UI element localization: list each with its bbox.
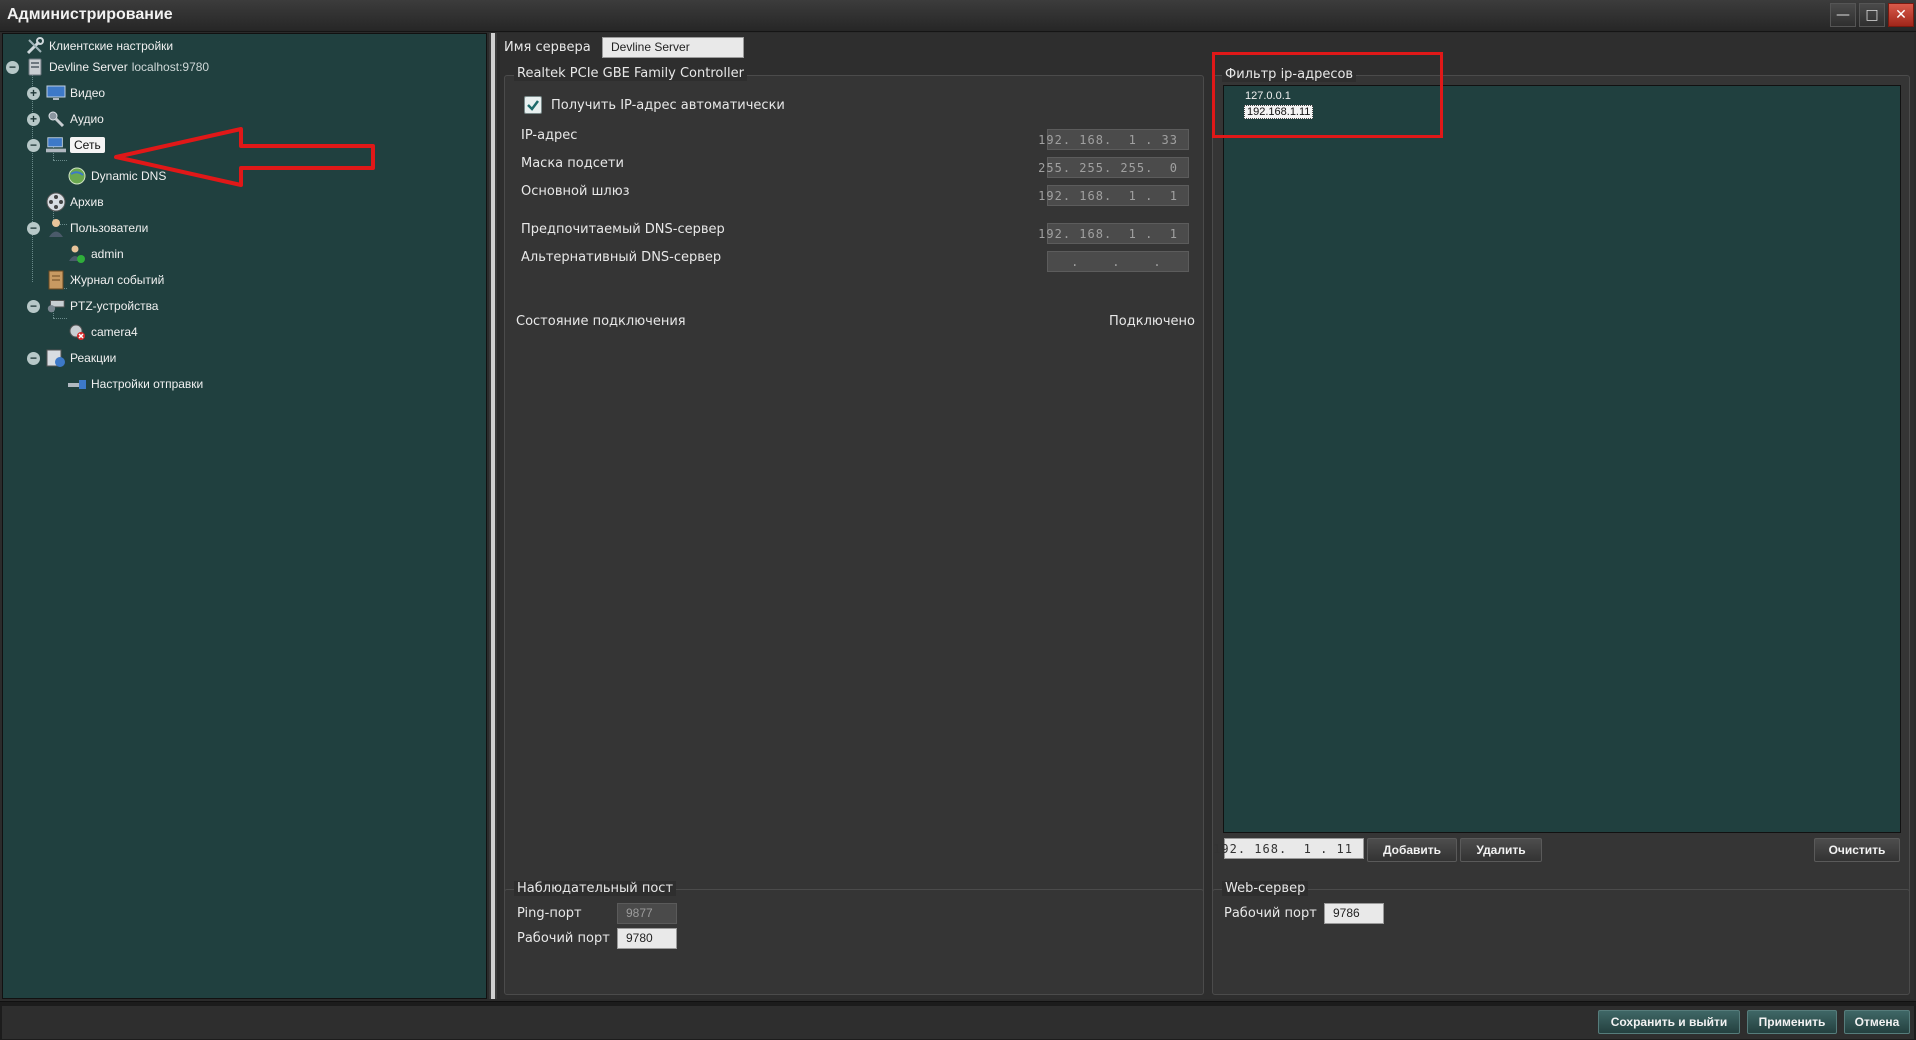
tree-item-users[interactable]: − Пользователи [27, 217, 148, 239]
tree-item-event-log[interactable]: Журнал событий [46, 269, 164, 291]
tree-item-label: Клиентские настройки [49, 39, 174, 53]
web-work-port-label: Рабочий порт [1224, 906, 1317, 921]
collapse-icon[interactable]: − [6, 60, 19, 74]
ip-address-label: IP-адрес [521, 128, 578, 143]
ptz-camera-icon [46, 296, 66, 316]
tree-item-label: Видео [70, 86, 106, 100]
tree-item-label: Архив [70, 195, 104, 209]
subnet-mask-field[interactable]: 255. 255. 255. 0 [1038, 157, 1189, 178]
reactions-icon [46, 348, 66, 368]
save-and-exit-button[interactable]: Сохранить и выйти [1598, 1010, 1740, 1034]
annotation-arrow [114, 127, 375, 187]
collapse-icon[interactable]: − [27, 138, 40, 152]
expand-icon[interactable]: + [27, 86, 40, 100]
tree-item-label: admin [91, 247, 124, 261]
tree-item-video[interactable]: + Видео [27, 82, 105, 104]
footer-bar: Сохранить и выйти Применить Отмена [0, 1001, 1916, 1040]
ping-port-input[interactable]: 9877 [617, 903, 677, 924]
tree-item-label: Настройки отправки [91, 377, 204, 391]
observation-post-title: Наблюдательный пост [514, 881, 677, 896]
tree-item-label: Пользователи [70, 221, 149, 235]
tree-item-label: Журнал событий [70, 273, 165, 287]
server-icon [25, 57, 45, 77]
tree-item-send-settings[interactable]: Настройки отправки [67, 373, 203, 395]
tree-item-label: Сеть [70, 137, 105, 153]
connection-status-value: Подключено [1109, 314, 1195, 329]
apply-button[interactable]: Применить [1747, 1010, 1837, 1034]
expand-icon[interactable]: + [27, 112, 40, 126]
tree-item-audio[interactable]: + Аудио [27, 108, 104, 130]
title-bar: Администрирование — □ ✕ [0, 0, 1916, 32]
work-port-input[interactable]: 9780 [617, 928, 677, 949]
server-name-label: Имя сервера [504, 40, 591, 55]
maximize-button[interactable]: □ [1859, 3, 1885, 27]
add-ip-button[interactable]: Добавить [1367, 838, 1457, 862]
tools-icon [25, 36, 45, 56]
tree-item-reactions[interactable]: − Реакции [27, 347, 116, 369]
settings-tree: Клиентские настройки − Devline Server lo… [2, 33, 487, 999]
tree-item-label: camera4 [91, 325, 138, 339]
auto-ip-checkbox[interactable] [524, 96, 542, 114]
delete-ip-button[interactable]: Удалить [1460, 838, 1542, 862]
collapse-icon[interactable]: − [27, 299, 40, 313]
alternate-dns-field[interactable]: . . . [1047, 251, 1189, 272]
network-icon [46, 135, 66, 155]
ip-filter-list[interactable]: 127.0.0.1 192.168.1.11 [1223, 85, 1901, 833]
minimize-button[interactable]: — [1830, 3, 1856, 27]
window-title: Администрирование [7, 6, 173, 23]
footer-inner: Сохранить и выйти Применить Отмена [2, 1006, 1914, 1039]
collapse-icon[interactable]: − [27, 351, 40, 365]
annotation-highlight-box [1212, 52, 1443, 138]
preferred-dns-label: Предпочитаемый DNS-сервер [521, 222, 725, 237]
window-controls: — □ ✕ [1830, 3, 1914, 27]
network-settings-panel: Имя сервера Devline Server Realtek PCIe … [500, 33, 1914, 999]
tree-item-archive[interactable]: Архив [46, 191, 104, 213]
ping-port-label: Ping-порт [517, 906, 582, 921]
camera-error-icon [67, 322, 87, 342]
web-server-title: Web-сервер [1222, 881, 1309, 896]
clear-ip-button[interactable]: Очистить [1814, 838, 1900, 862]
tree-item-label: Реакции [70, 351, 117, 365]
tree-item-admin[interactable]: admin [67, 243, 124, 265]
tree-item-network[interactable]: − Сеть [27, 134, 105, 156]
microphone-icon [46, 109, 66, 129]
ip-filter-input[interactable]: 192. 168. 1 . 11 [1213, 838, 1364, 859]
server-address: localhost:9780 [131, 60, 210, 74]
splitter-grip[interactable] [491, 33, 495, 999]
monitor-icon [46, 83, 66, 103]
cancel-button[interactable]: Отмена [1844, 1010, 1910, 1034]
film-reel-icon [46, 192, 66, 212]
tree-item-label: Аудио [70, 112, 104, 126]
connection-status-label: Состояние подключения [516, 314, 686, 329]
server-name-input[interactable]: Devline Server [602, 37, 744, 58]
tree-item-ptz[interactable]: − PTZ-устройства [27, 295, 158, 317]
tree-item-client-settings[interactable]: Клиентские настройки [25, 35, 173, 57]
globe-icon [67, 166, 87, 186]
users-icon [46, 218, 66, 238]
auto-ip-label: Получить IP-адрес автоматически [551, 98, 785, 113]
ip-address-field[interactable]: 192. 168. 1 . 33 [1038, 129, 1189, 150]
collapse-icon[interactable]: − [27, 221, 40, 235]
send-icon [67, 374, 87, 394]
tree-item-server[interactable]: − Devline Server localhost:9780 [6, 56, 209, 78]
tree-item-label: Devline Server [49, 60, 128, 74]
checkmark-icon [527, 100, 539, 111]
subnet-mask-label: Маска подсети [521, 156, 624, 171]
gateway-field[interactable]: 192. 168. 1 . 1 [1038, 185, 1189, 206]
gateway-label: Основной шлюз [521, 184, 630, 199]
tree-connector [53, 318, 67, 319]
alternate-dns-label: Альтернативный DNS-сервер [521, 250, 722, 265]
panel-splitter[interactable] [489, 33, 497, 999]
tree-connector [53, 160, 67, 161]
close-button[interactable]: ✕ [1888, 3, 1914, 27]
log-book-icon [46, 270, 66, 290]
web-work-port-input[interactable]: 9786 [1324, 903, 1384, 924]
user-check-icon [67, 244, 87, 264]
adapter-title: Realtek PCIe GBE Family Controller [514, 66, 747, 81]
web-server-group [1212, 889, 1910, 995]
tree-item-label: PTZ-устройства [70, 299, 159, 313]
work-port-label: Рабочий порт [517, 931, 610, 946]
preferred-dns-field[interactable]: 192. 168. 1 . 1 [1038, 223, 1189, 244]
tree-item-camera4[interactable]: camera4 [67, 321, 138, 343]
